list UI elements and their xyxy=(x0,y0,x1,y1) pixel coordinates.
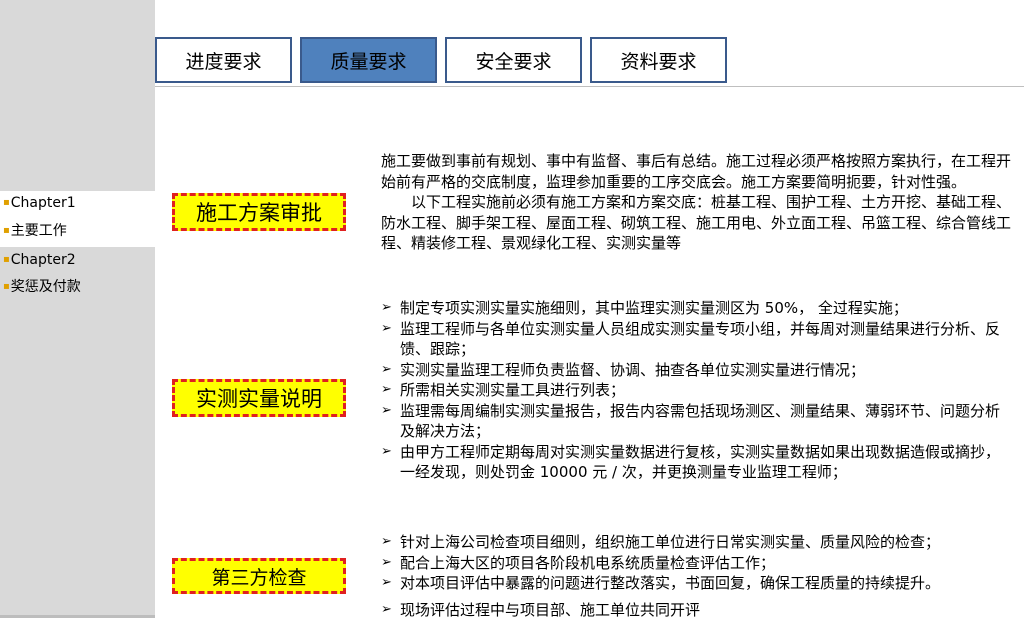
sidebar-divider xyxy=(0,615,155,618)
square-bullet-icon: ▪ xyxy=(3,197,10,208)
sidebar-item-rewards-payment[interactable]: ▪奖惩及付款 xyxy=(3,277,81,297)
section-label-third-party: 第三方检查 xyxy=(172,558,346,594)
sidebar-item-label: Chapter1 xyxy=(10,195,76,211)
tab-safety[interactable]: 安全要求 xyxy=(445,37,582,83)
sidebar-item-label: 主要工作 xyxy=(10,223,67,239)
square-bullet-icon: ▪ xyxy=(3,254,10,265)
list-item: ➢ 配合上海大区的项目各阶段机电系统质量检查评估工作； xyxy=(381,553,776,572)
sidebar xyxy=(0,0,155,616)
square-bullet-icon: ▪ xyxy=(3,225,10,236)
arrow-right-icon: ➢ xyxy=(381,361,392,377)
measurement-list: ➢ 制定专项实测实量实施细则，其中监理实测实量测区为 50%， 全过程实施； ➢ 监… xyxy=(381,298,1006,483)
list-item: ➢ 由甲方工程师定期每周对实测实量数据进行复核，实测实量数据如果出现数据造假或摘抄… xyxy=(381,442,1001,482)
arrow-right-icon: ➢ xyxy=(381,534,392,549)
plan-review-text: 施工要做到事前有规划、事中有监督、事后有总结。施工过程必须严格按照方案执行，在工… xyxy=(381,151,1013,254)
sidebar-item-chapter2[interactable]: ▪Chapter2 xyxy=(3,250,76,270)
arrow-right-icon: ➢ xyxy=(381,554,392,570)
section-label-plan-review: 施工方案审批 xyxy=(172,193,346,231)
list-item: ➢ 现场评估过程中与项目部、施工单位共同开评 xyxy=(381,600,701,619)
tab-divider xyxy=(155,86,1024,87)
arrow-right-icon: ➢ xyxy=(381,601,392,617)
tab-quality[interactable]: 质量要求 xyxy=(300,37,437,83)
arrow-right-icon: ➢ xyxy=(381,402,392,418)
list-item: ➢ 针对上海公司检查项目细则，组织施工单位进行日常实测实量、质量风险的检查； xyxy=(381,533,941,551)
list-item: ➢ 实测实量监理工程师负责监督、协调、抽查各单位实测实量进行情况； xyxy=(381,360,866,379)
list-item: ➢ 所需相关实测实量工具进行列表； xyxy=(381,381,626,399)
plan-review-paragraph-2: 以下工程实施前必须有施工方案和方案交底：桩基工程、围护工程、土方开挖、基础工程、… xyxy=(381,193,1012,252)
plan-review-paragraph-1: 施工要做到事前有规划、事中有监督、事后有总结。施工过程必须严格按照方案执行，在工… xyxy=(381,152,1012,191)
sidebar-item-main-work[interactable]: ▪主要工作 xyxy=(3,221,67,241)
tab-documents[interactable]: 资料要求 xyxy=(590,37,727,83)
arrow-right-icon: ➢ xyxy=(381,320,392,336)
tab-schedule[interactable]: 进度要求 xyxy=(155,37,292,83)
sidebar-item-chapter1[interactable]: ▪Chapter1 xyxy=(3,193,76,213)
square-bullet-icon: ▪ xyxy=(3,281,10,292)
arrow-right-icon: ➢ xyxy=(381,300,392,315)
sidebar-item-label: 奖惩及付款 xyxy=(10,279,81,295)
arrow-right-icon: ➢ xyxy=(381,443,392,459)
list-item: ➢ 制定专项实测实量实施细则，其中监理实测实量测区为 50%， 全过程实施； xyxy=(381,299,908,317)
list-item: ➢ 监理工程师与各单位实测实量人员组成实测实量专项小组，并每周对测量结果进行分析、… xyxy=(381,319,1001,359)
list-item: ➢ 监理需每周编制实测实量报告，报告内容需包括现场测区、测量结果、薄弱环节、问题分… xyxy=(381,401,1001,441)
section-label-measurement: 实测实量说明 xyxy=(172,379,346,417)
list-item: ➢ 对本项目评估中暴露的问题进行整改落实，书面回复，确保工程质量的持续提升。 xyxy=(381,574,941,592)
sidebar-item-label: Chapter2 xyxy=(10,252,76,268)
arrow-right-icon: ➢ xyxy=(381,382,392,397)
third-party-list: ➢ 针对上海公司检查项目细则，组织施工单位进行日常实测实量、质量风险的检查； ➢ 配… xyxy=(381,532,1006,620)
arrow-right-icon: ➢ xyxy=(381,575,392,590)
